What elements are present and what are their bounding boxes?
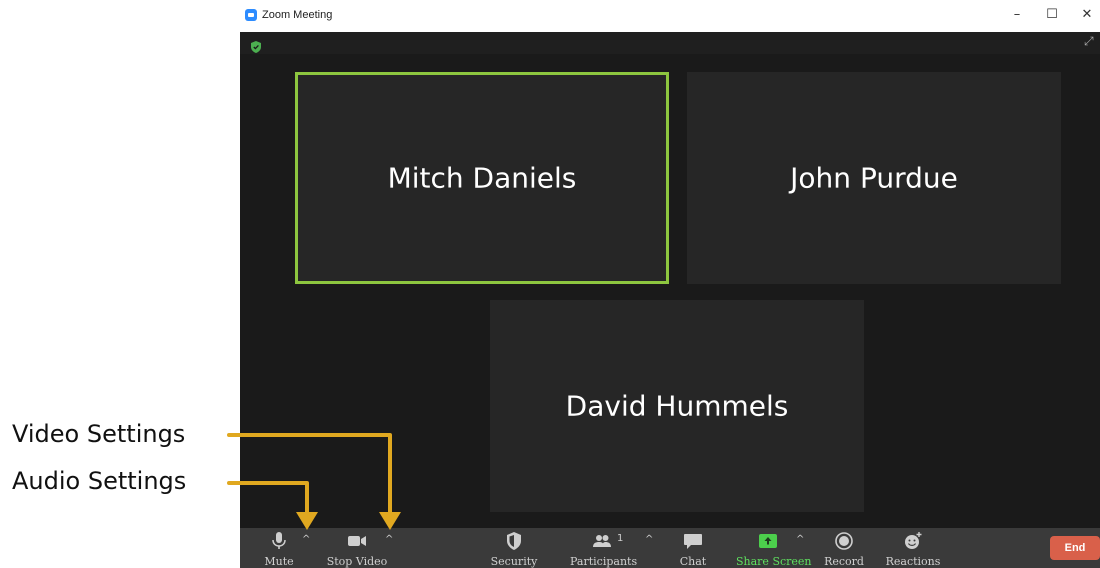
video-settings-arrowhead — [379, 512, 401, 530]
video-settings-leader-line — [227, 433, 392, 517]
annotation-arrows — [227, 433, 401, 530]
audio-settings-arrowhead — [296, 512, 318, 530]
audio-settings-leader-line — [227, 481, 309, 517]
